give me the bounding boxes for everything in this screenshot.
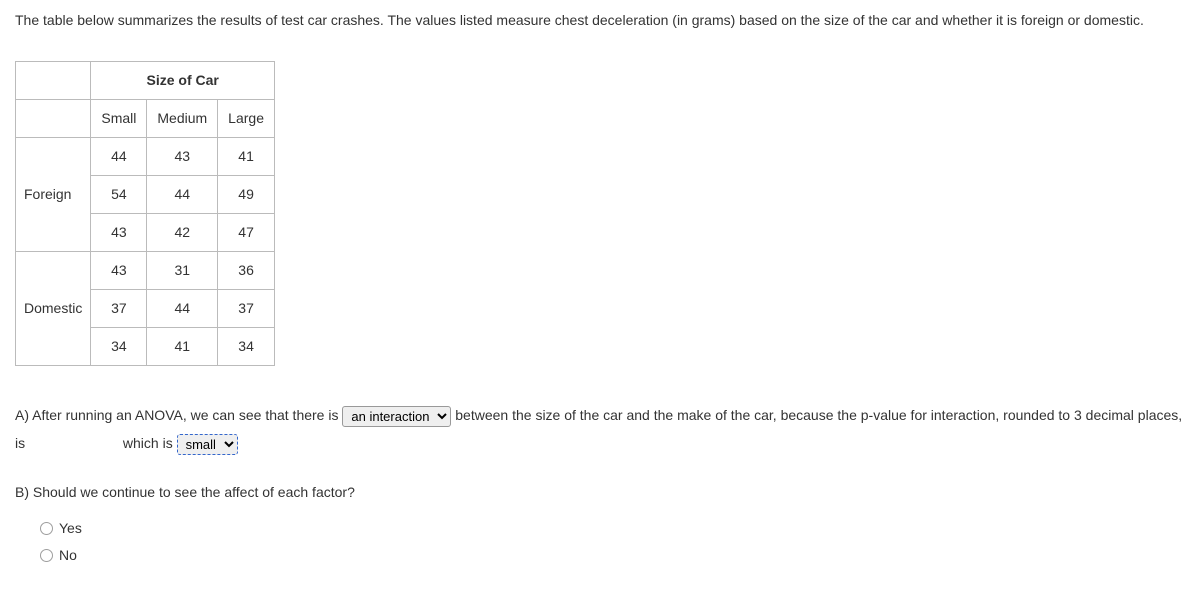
question-a: A) After running an ANOVA, we can see th… <box>15 401 1185 457</box>
data-cell: 47 <box>218 214 275 252</box>
pvalue-input[interactable] <box>29 435 119 452</box>
intro-text: The table below summarizes the results o… <box>15 10 1185 31</box>
data-cell: 37 <box>218 290 275 328</box>
data-cell: 43 <box>91 214 147 252</box>
data-cell: 43 <box>147 138 218 176</box>
data-cell: 44 <box>147 176 218 214</box>
interaction-select[interactable]: an interaction <box>342 406 451 427</box>
data-cell: 54 <box>91 176 147 214</box>
radio-option-no[interactable]: No <box>40 545 1185 566</box>
data-cell: 31 <box>147 252 218 290</box>
row-label-foreign: Foreign <box>16 138 91 252</box>
data-cell: 44 <box>91 138 147 176</box>
col-header: Small <box>91 100 147 138</box>
data-cell: 34 <box>91 328 147 366</box>
radio-option-yes[interactable]: Yes <box>40 518 1185 539</box>
table-row: Domestic 43 31 36 <box>16 252 275 290</box>
row-label-domestic: Domestic <box>16 252 91 366</box>
data-cell: 34 <box>218 328 275 366</box>
qa-mid2: which is <box>123 435 173 451</box>
size-select[interactable]: small <box>177 434 238 455</box>
data-cell: 41 <box>218 138 275 176</box>
col-header: Medium <box>147 100 218 138</box>
radio-no[interactable] <box>40 549 53 562</box>
data-cell: 36 <box>218 252 275 290</box>
data-cell: 44 <box>147 290 218 328</box>
corner-cell <box>16 62 91 100</box>
data-cell: 42 <box>147 214 218 252</box>
data-cell: 41 <box>147 328 218 366</box>
data-cell: 37 <box>91 290 147 328</box>
col-header: Large <box>218 100 275 138</box>
colgroup-header: Size of Car <box>91 62 275 100</box>
data-table: Size of Car Small Medium Large Foreign 4… <box>15 61 275 366</box>
table-row: Foreign 44 43 41 <box>16 138 275 176</box>
question-b: B) Should we continue to see the affect … <box>15 482 1185 503</box>
corner-cell-2 <box>16 100 91 138</box>
data-cell: 43 <box>91 252 147 290</box>
radio-no-label: No <box>59 545 77 566</box>
radio-yes-label: Yes <box>59 518 82 539</box>
radio-yes[interactable] <box>40 522 53 535</box>
radio-group: Yes No <box>15 518 1185 566</box>
qa-prefix: A) After running an ANOVA, we can see th… <box>15 407 338 423</box>
data-cell: 49 <box>218 176 275 214</box>
